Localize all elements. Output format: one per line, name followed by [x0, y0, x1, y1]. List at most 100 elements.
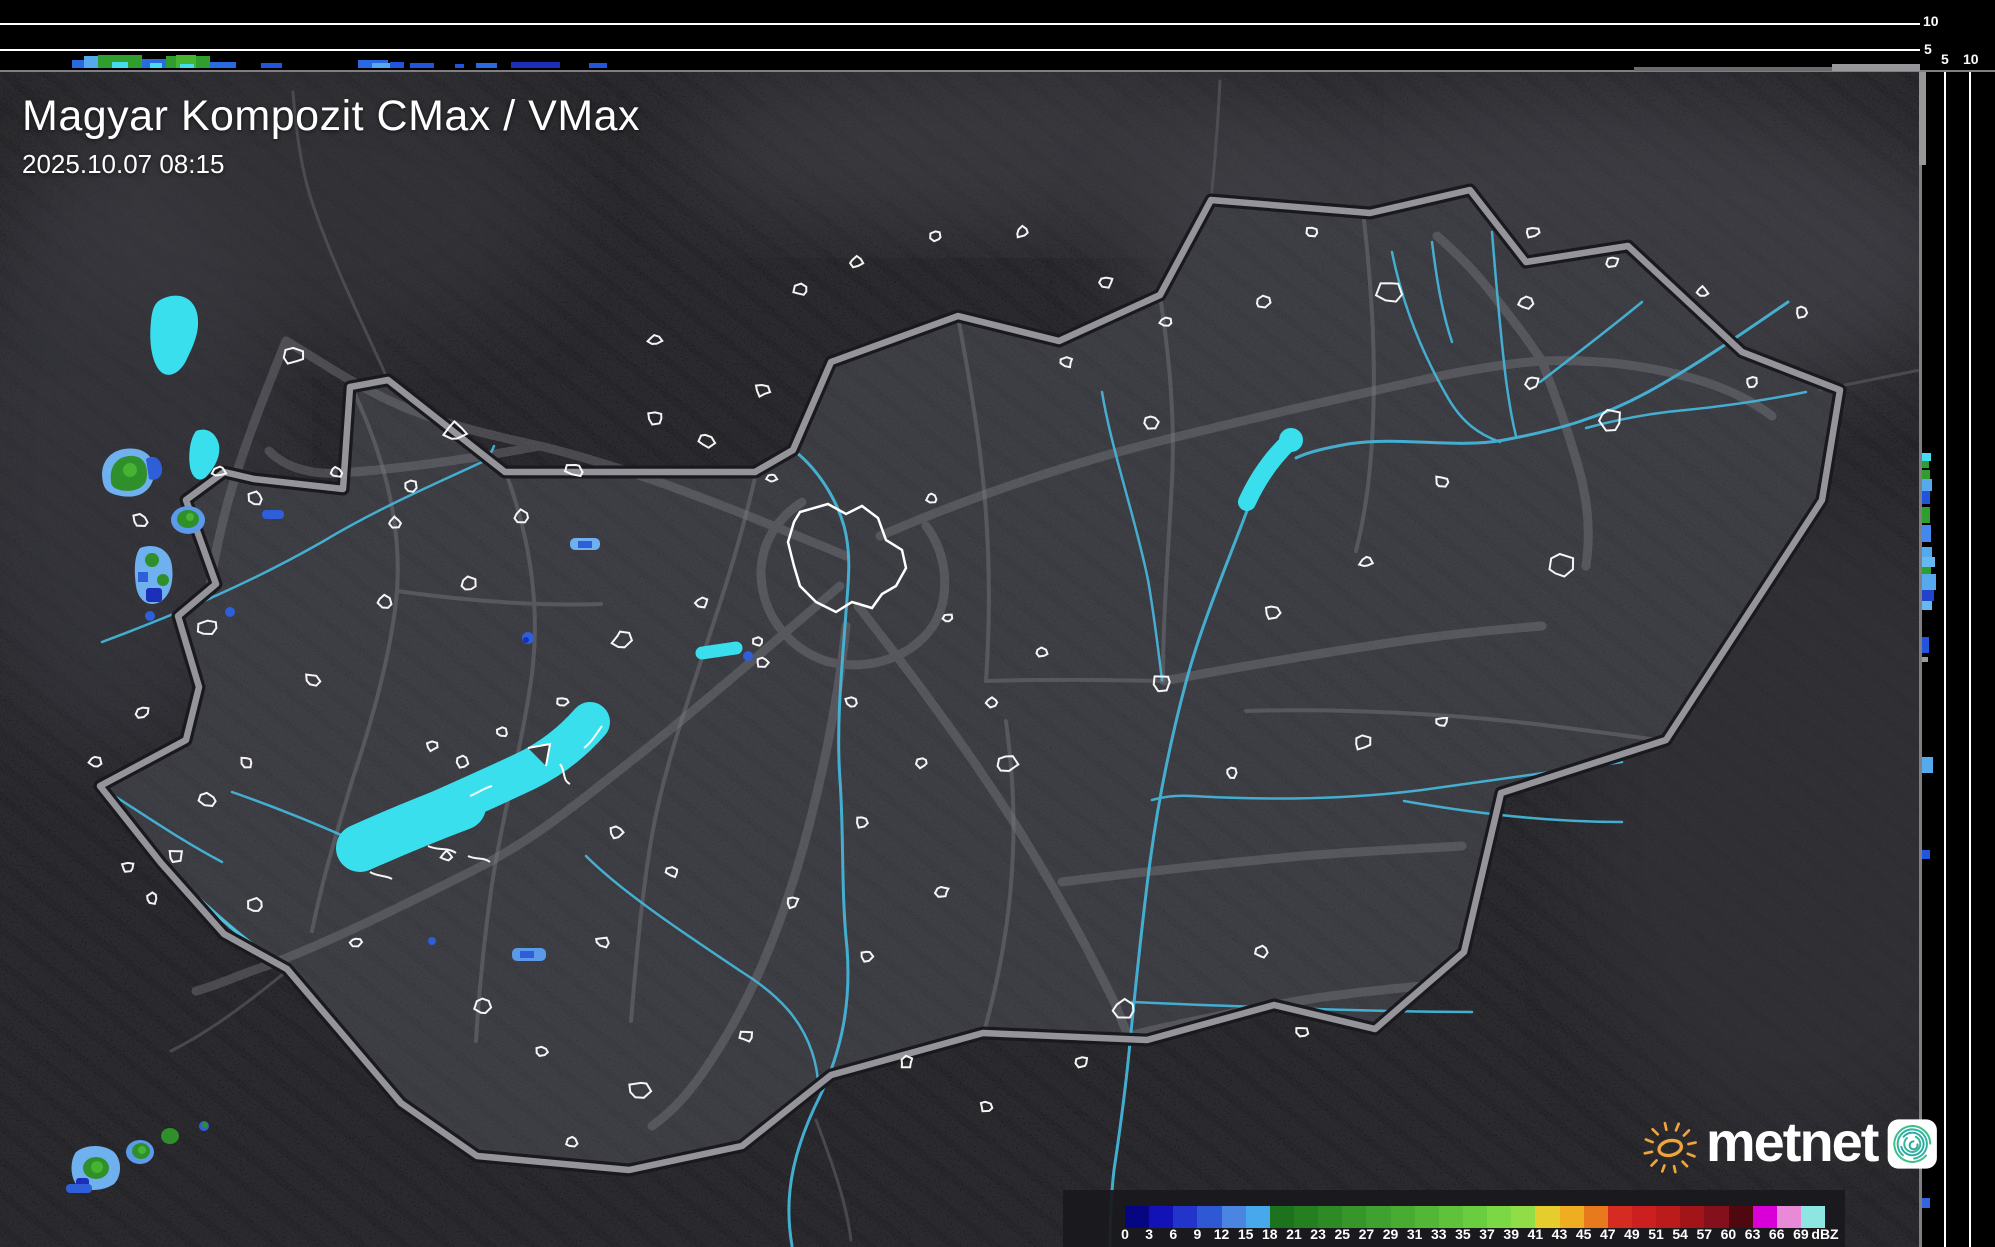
colorbar-segment: [1607, 1206, 1632, 1228]
title-block: Magyar Kompozit CMax / VMax 2025.10.07 0…: [22, 92, 640, 180]
echo-dash: [262, 510, 284, 519]
colorbar-segment: [1245, 1206, 1270, 1228]
radar-activity-mark: [1922, 567, 1931, 574]
echo-west-2: [171, 506, 205, 534]
echo-southwest-1: [71, 1146, 120, 1190]
colorbar-segment: [1366, 1206, 1391, 1228]
timeline-gridline-5: [0, 49, 1920, 51]
hungary-map-canvas: [0, 72, 1920, 1247]
radar-activity-mark: [1922, 479, 1932, 491]
timestamp: 2025.10.07 08:15: [22, 149, 225, 179]
radar-activity-mark: [511, 62, 560, 68]
radar-activity-mark: [1922, 557, 1935, 567]
profile-strip[interactable]: 10 5 5 10: [1919, 0, 1995, 1247]
radar-activity-mark: [455, 64, 464, 68]
radar-map: [0, 72, 1920, 1247]
colorbar-tick: 21: [1286, 1226, 1302, 1242]
colorbar-tick: 23: [1310, 1226, 1326, 1242]
radar-activity-mark: [372, 63, 390, 68]
colorbar-segment: [1173, 1206, 1198, 1228]
radar-activity-mark: [1922, 657, 1928, 662]
timeline-strip[interactable]: [0, 0, 1920, 70]
colorbar-segment: [1221, 1206, 1246, 1228]
colorbar-tick: 51: [1648, 1226, 1664, 1242]
radar-activity-mark: [1922, 757, 1933, 773]
colorbar-tick: 6: [1169, 1226, 1178, 1242]
profile-thumb[interactable]: [1919, 72, 1926, 165]
colorbar-segment: [1680, 1206, 1705, 1228]
radar-activity-mark: [1922, 525, 1931, 542]
colorbar-segment: [1583, 1206, 1608, 1228]
colorbar-tick: 15: [1237, 1226, 1254, 1242]
colorbar-segment: [1631, 1206, 1657, 1228]
colorbar-tick: 57: [1696, 1226, 1713, 1242]
colorbar-segment: [1776, 1206, 1801, 1228]
colorbar-tick: 43: [1551, 1226, 1568, 1242]
colorbar-tick: 3: [1145, 1226, 1154, 1242]
timeline-gridline-10: [0, 23, 1920, 25]
profile-axis-label-10: 10: [1963, 51, 1979, 67]
radar-activity-mark: [1922, 547, 1932, 557]
colorbar-tick: 49: [1624, 1226, 1640, 1242]
radar-activity-mark: [1922, 601, 1932, 610]
colorbar-tick: 12: [1213, 1226, 1230, 1242]
colorbar-segment: [1535, 1206, 1560, 1228]
page-title: Magyar Kompozit CMax / VMax: [22, 92, 641, 140]
colorbar-segment: [1559, 1206, 1584, 1228]
metnet-logo: metnet: [1638, 1098, 1938, 1190]
colorbar-tick: 66: [1768, 1226, 1785, 1242]
colorbar-segment: [1390, 1206, 1415, 1228]
echo-southwest-2: [126, 1140, 154, 1164]
colorbar-tick: 9: [1193, 1226, 1202, 1242]
echo-center-1: [570, 538, 600, 550]
colorbar-segment: [1438, 1206, 1463, 1228]
timeline-thumb[interactable]: [1832, 64, 1920, 71]
radar-activity-mark: [476, 63, 497, 68]
radar-activity-mark: [210, 62, 236, 68]
colorbar-tick: 25: [1334, 1226, 1351, 1242]
colorbar-segment: [1414, 1206, 1439, 1228]
colorbar-tick: 63: [1744, 1226, 1761, 1242]
colorbar-segment: [1462, 1206, 1488, 1228]
colorbar-tick: 37: [1479, 1226, 1495, 1242]
radar-activity-mark: [1922, 590, 1934, 601]
radar-activity-mark: [1922, 470, 1930, 479]
colorbar-segment: [1293, 1206, 1319, 1228]
radar-activity-mark: [180, 64, 194, 68]
radar-activity-mark: [1922, 1198, 1930, 1208]
colorbar-segment: [1125, 1206, 1150, 1228]
colorbar-tick: 54: [1672, 1226, 1688, 1242]
colorbar-tick: 35: [1455, 1226, 1471, 1242]
colorbar-tick: 39: [1503, 1226, 1519, 1242]
radar-activity-mark: [589, 63, 607, 68]
colorbar-segment: [1704, 1206, 1729, 1228]
logo-wordmark: metnet: [1705, 1109, 1880, 1173]
colorbar-segment: [1800, 1206, 1826, 1228]
timeline-axis-label-5: 5: [1924, 41, 1932, 57]
profile-gridline-10: [1969, 72, 1971, 1247]
colorbar-tick: 41: [1527, 1226, 1544, 1242]
echo-west-3: [134, 546, 173, 605]
radar-activity-mark: [1922, 637, 1929, 653]
colorbar-tick: 69: [1793, 1226, 1809, 1242]
radar-activity-mark: [390, 62, 404, 68]
metnet-sun-icon: [1643, 1121, 1697, 1174]
colorbar-segment: [1511, 1206, 1536, 1228]
colorbar-tick: 31: [1406, 1226, 1423, 1242]
timeline-track[interactable]: [1634, 67, 1832, 71]
radar-activity-mark: [1922, 453, 1931, 461]
colorbar-segment: [1149, 1206, 1174, 1228]
colorbar-tick: 45: [1575, 1226, 1592, 1242]
lake-velence: [695, 641, 743, 660]
radar-activity-mark: [1922, 850, 1930, 859]
radar-activity-mark: [1922, 507, 1930, 523]
colorbar-tick: 18: [1262, 1226, 1278, 1242]
profile-gridline-5: [1944, 72, 1946, 1247]
colorbar-tick: 29: [1382, 1226, 1399, 1242]
colorbar-tick: 33: [1430, 1226, 1447, 1242]
radar-activity-mark: [410, 63, 434, 68]
colorbar-segment: [1197, 1206, 1222, 1228]
colorbar-tick: 27: [1358, 1226, 1375, 1242]
colorbar-panel: 0 3 6 9 12 15 18 21 23 25 27 29 31 33 35 37 39 41 43 45 47 49…: [1063, 1190, 1845, 1247]
radar-activity-mark: [150, 63, 162, 68]
